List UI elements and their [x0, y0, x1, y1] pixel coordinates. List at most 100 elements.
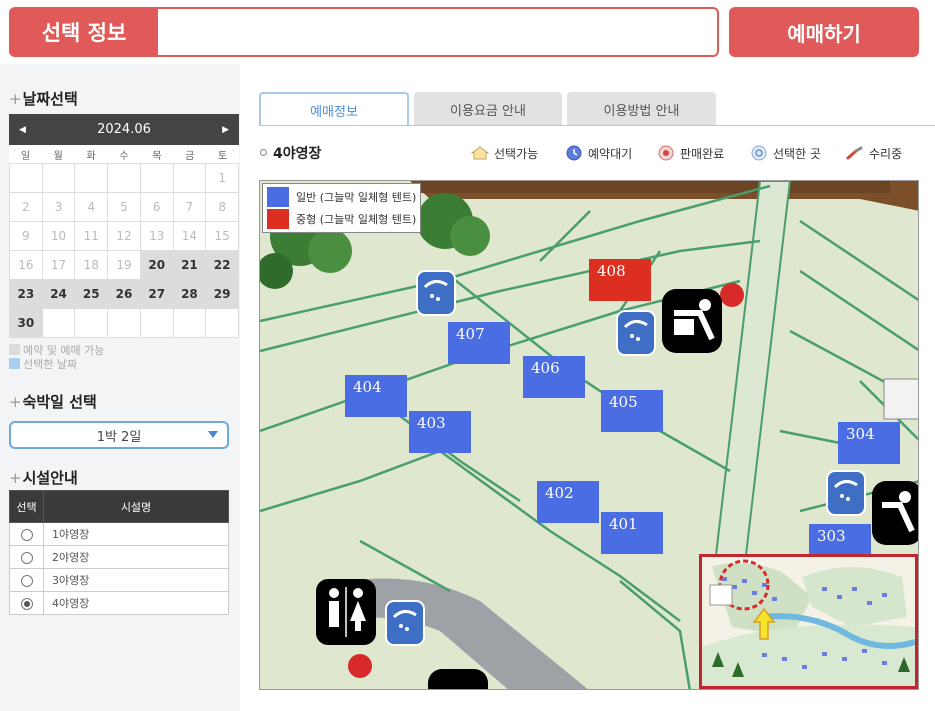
plus-icon: +: [9, 393, 22, 411]
calendar: ◀ 2024.06 ▶ 일월화수목금토 1 2 3 4 5 6 7 8 9 10 11 12 13 14 1…: [9, 114, 239, 338]
stay-section-title-text: 숙박일 선택: [22, 393, 97, 411]
site-303[interactable]: 303: [809, 524, 871, 556]
wrench-icon: [846, 145, 864, 161]
calendar-day: 5: [108, 193, 141, 222]
site-406[interactable]: 406: [523, 356, 585, 398]
calendar-day: 19: [108, 251, 141, 280]
status-waiting-label: 예약대기: [588, 146, 633, 161]
calendar-empty-cell: [42, 164, 76, 193]
site-404[interactable]: 404: [345, 375, 407, 417]
plus-icon: +: [9, 90, 22, 108]
book-button[interactable]: 예매하기: [729, 7, 919, 57]
date-section-title-text: 날짜선택: [22, 90, 78, 108]
tab-booking-info[interactable]: 예매정보: [259, 92, 409, 126]
status-selected: 선택한 곳: [750, 144, 821, 162]
calendar-day[interactable]: 30: [10, 309, 43, 338]
site-401[interactable]: 401: [601, 512, 663, 554]
calendar-grid: 1 2 3 4 5 6 7 8 9 10 11 12 13 14 15 16 17 18 19 20 21 22 23 24 2…: [9, 163, 239, 338]
status-soldout: 판매완료: [657, 144, 724, 162]
calendar-day[interactable]: 22: [206, 251, 239, 280]
calendar-empty-cell: [75, 164, 109, 193]
calendar-day[interactable]: 28: [173, 280, 207, 309]
site-403[interactable]: 403: [409, 411, 471, 453]
campsite-title-text: 4야영장: [273, 146, 322, 162]
tab-fee-guide[interactable]: 이용요금 안내: [414, 92, 562, 126]
status-selected-label: 선택한 곳: [773, 146, 821, 161]
calendar-header: ◀ 2024.06 ▶: [9, 114, 239, 145]
weekday-label: 목: [152, 150, 162, 162]
calendar-day: 11: [75, 222, 109, 251]
chevron-left-icon[interactable]: ◀: [15, 121, 30, 139]
legend-medium-label: 중형 (그늘막 일체형 텐트): [296, 213, 417, 226]
facility-radio[interactable]: [20, 528, 33, 541]
calendar-day[interactable]: 20: [140, 251, 174, 280]
toilet-icon: [316, 579, 376, 645]
legend-selected-text: 선택한 날짜: [23, 358, 78, 371]
calendar-day: 4: [75, 193, 109, 222]
stay-select[interactable]: 1박 2일: [9, 421, 229, 449]
status-repair-label: 수리중: [869, 146, 903, 161]
calendar-legend: 예약 및 예매 가능 선택한 날짜: [9, 344, 104, 372]
table-row[interactable]: 4야영장: [9, 591, 229, 615]
selection-info-field[interactable]: [156, 7, 719, 57]
site-405[interactable]: 405: [601, 390, 663, 432]
site-304[interactable]: 304: [838, 422, 900, 464]
calendar-empty-cell: [140, 164, 174, 193]
shower-icon: [616, 310, 656, 356]
tab-divider: [259, 125, 935, 126]
table-row[interactable]: 2야영장: [9, 545, 229, 569]
bullet-icon: [260, 149, 267, 156]
calendar-day: 16: [10, 251, 43, 280]
map-legend: 일반 (그늘막 일체형 텐트) 중형 (그늘막 일체형 텐트): [262, 183, 422, 233]
plus-icon: +: [9, 469, 22, 487]
calendar-empty-cell: [206, 309, 239, 338]
calendar-day: 6: [140, 193, 174, 222]
calendar-month: 2024.06: [97, 122, 151, 137]
calendar-empty-cell: [140, 309, 174, 338]
sold-out-icon: [657, 145, 675, 161]
calendar-day[interactable]: 25: [75, 280, 109, 309]
site-407[interactable]: 407: [448, 322, 510, 364]
calendar-day: 2: [10, 193, 43, 222]
clock-icon: [565, 145, 583, 161]
calendar-day[interactable]: 21: [173, 251, 207, 280]
calendar-day: 1: [206, 164, 239, 193]
status-waiting: 예약대기: [565, 144, 632, 162]
facility-radio[interactable]: [20, 551, 33, 564]
calendar-day[interactable]: 29: [206, 280, 239, 309]
shower-icon: [826, 470, 866, 516]
calendar-day[interactable]: 23: [10, 280, 43, 309]
calendar-day: 17: [42, 251, 76, 280]
facility-radio[interactable]: [20, 574, 33, 587]
site-408[interactable]: 408: [589, 259, 651, 301]
facility-name: 1야영장: [43, 522, 229, 546]
facility-table: 선택 시설명 1야영장 2야영장 3야영장 4야영장: [9, 490, 229, 615]
facility-section-title-text: 시설안내: [22, 469, 78, 487]
column-header-name: 시설명: [43, 490, 229, 523]
facility-radio[interactable]: [20, 597, 33, 610]
facility-radio-cell: [9, 522, 44, 546]
calendar-empty-cell: [75, 309, 109, 338]
facility-name: 3야영장: [43, 568, 229, 592]
table-row[interactable]: 3야영장: [9, 568, 229, 592]
weekday-label: 일: [20, 150, 31, 162]
site-402[interactable]: 402: [537, 481, 599, 523]
calendar-empty-cell: [10, 164, 43, 193]
column-header-select: 선택: [9, 490, 44, 523]
calendar-empty-cell: [42, 309, 76, 338]
chevron-right-icon[interactable]: ▶: [218, 121, 233, 139]
top-bar: 선택 정보 예매하기: [0, 0, 935, 64]
stay-section-title: +숙박일 선택: [9, 391, 97, 412]
status-available: 선택가능: [471, 144, 538, 162]
legend-swatch-general: [267, 187, 289, 207]
tab-usage-guide[interactable]: 이용방법 안내: [567, 92, 716, 126]
calendar-day[interactable]: 26: [108, 280, 141, 309]
sink-icon: [872, 481, 918, 545]
legend-available-text: 예약 및 예매 가능: [23, 344, 105, 357]
left-panel: +날짜선택 ◀ 2024.06 ▶ 일월화수목금토 1 2 3 4 5 6 7 8 9 10 11 1…: [0, 64, 240, 711]
calendar-day[interactable]: 27: [140, 280, 174, 309]
calendar-day: 18: [75, 251, 109, 280]
table-row[interactable]: 1야영장: [9, 522, 229, 546]
facility-radio-cell: [9, 545, 44, 569]
calendar-day[interactable]: 24: [42, 280, 76, 309]
